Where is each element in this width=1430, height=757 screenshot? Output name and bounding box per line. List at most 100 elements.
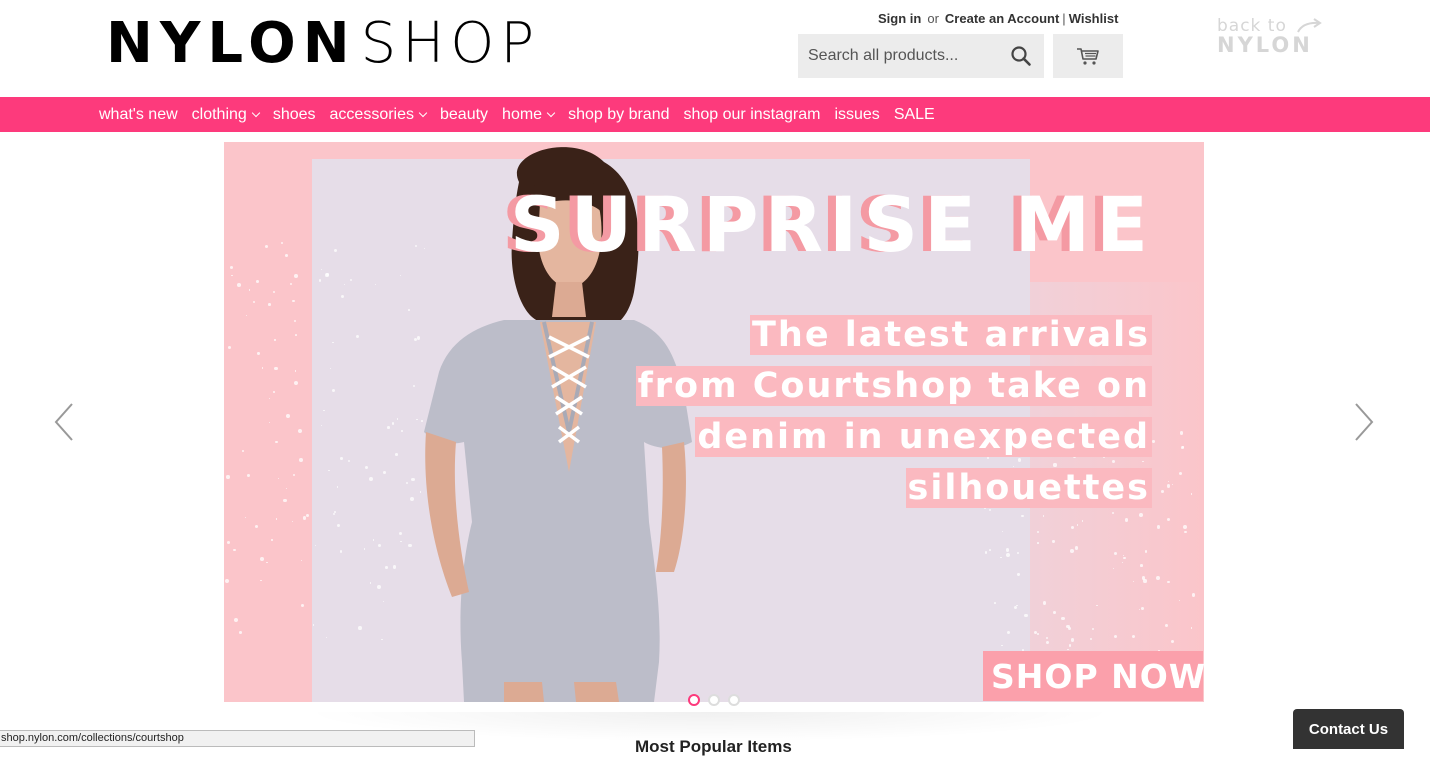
- or-text: or: [927, 11, 939, 26]
- speckle-dot: [1037, 542, 1039, 544]
- speckle-dot: [275, 518, 277, 520]
- nav-item-clothing[interactable]: clothing: [192, 106, 261, 124]
- speckle-dot: [1190, 493, 1192, 495]
- tagline-text: from Courtshop take on: [635, 366, 1152, 406]
- speckle-dot: [294, 370, 296, 372]
- speckle-dot: [1166, 484, 1171, 488]
- speckle-dot: [292, 473, 295, 476]
- speckle-dot: [1017, 573, 1020, 576]
- main-nav: what's new clothing shoes accessories beauty…: [0, 97, 1430, 132]
- carousel-dot-2[interactable]: [708, 694, 720, 706]
- nav-item-shop-by-brand[interactable]: shop by brand: [568, 106, 669, 124]
- carousel-dot-1[interactable]: [688, 694, 700, 706]
- speckle-dot: [226, 475, 230, 479]
- tagline-line: The latest arrivals: [636, 310, 1152, 361]
- nav-item-beauty[interactable]: beauty: [440, 106, 488, 124]
- speckle-dot: [1074, 546, 1079, 550]
- carousel-prev-arrow-icon[interactable]: [44, 402, 84, 442]
- nav-item-label: shoes: [272, 105, 316, 123]
- speckle-dot: [331, 388, 336, 392]
- chevron-down-icon: [251, 108, 261, 117]
- speckle-dot: [1167, 580, 1170, 584]
- speckle-dot: [239, 631, 242, 634]
- nav-item-label: what's new: [99, 105, 178, 123]
- search-input[interactable]: [798, 47, 998, 65]
- speckle-dot: [1096, 604, 1098, 606]
- sign-in-link[interactable]: Sign in: [878, 11, 921, 26]
- speckle-dot: [984, 551, 987, 554]
- nav-item-sale[interactable]: SALE: [894, 106, 935, 124]
- speckle-dot: [993, 602, 996, 604]
- speckle-dot: [268, 303, 271, 306]
- chevron-down-icon: [418, 108, 428, 117]
- speckle-dot: [1033, 630, 1037, 634]
- speckle-dot: [224, 578, 229, 583]
- speckle-dot: [268, 398, 270, 400]
- nav-item-issues[interactable]: issues: [834, 106, 879, 124]
- speckle-dot: [283, 498, 287, 502]
- cart-button[interactable]: [1053, 34, 1123, 78]
- speckle-dot: [989, 548, 992, 551]
- speckle-dot: [1138, 608, 1141, 611]
- shop-now-button[interactable]: SHOP NOW: [983, 651, 1204, 701]
- speckle-dot: [257, 352, 260, 355]
- logo-shop-text: SHOP: [360, 10, 541, 76]
- shop-now-label: SHOP NOW: [991, 656, 1204, 696]
- speckle-dot: [1122, 554, 1125, 556]
- speckle-dot: [295, 334, 297, 336]
- wishlist-link[interactable]: Wishlist: [1069, 11, 1119, 26]
- speckle-dot: [340, 456, 343, 460]
- speckle-dot: [284, 253, 288, 257]
- speckle-dot: [274, 339, 276, 341]
- speckle-dot: [286, 414, 290, 418]
- nav-item-home[interactable]: home: [502, 105, 556, 124]
- speckle-dot: [1081, 520, 1083, 522]
- speckle-dot: [1152, 440, 1155, 443]
- contact-us-button[interactable]: Contact Us: [1293, 709, 1404, 749]
- nav-item-label: shop by brand: [568, 105, 670, 123]
- nav-item-what-s-new[interactable]: what's new: [99, 106, 178, 124]
- speckle-dot: [292, 520, 294, 522]
- speckle-dot: [273, 366, 278, 371]
- nav-item-shop-our-instagram[interactable]: shop our instagram: [683, 106, 820, 124]
- speckle-dot: [1076, 524, 1078, 526]
- speckle-dot: [1006, 552, 1010, 557]
- hero-banner[interactable]: SURPRISE ME The latest arrivals from Cour…: [224, 142, 1204, 702]
- search-icon[interactable]: [1010, 45, 1032, 67]
- speckle-dot: [273, 390, 276, 393]
- cart-icon: [1077, 48, 1099, 65]
- speckle-dot: [1053, 611, 1056, 614]
- nav-item-accessories[interactable]: accessories: [329, 105, 428, 124]
- create-account-link[interactable]: Create an Account: [945, 11, 1059, 26]
- speckle-dot: [256, 279, 260, 283]
- tagline-text: denim in unexpected: [695, 417, 1152, 457]
- speckle-dot: [273, 290, 276, 293]
- speckle-dot: [246, 473, 250, 477]
- speckle-dot: [1167, 480, 1169, 482]
- speckle-dot: [1144, 550, 1148, 553]
- speckle-dot: [254, 524, 258, 528]
- nav-item-label: accessories: [329, 105, 414, 123]
- browser-status-bar: shop.nylon.com/collections/courtshop: [0, 730, 475, 747]
- speckle-dot: [1052, 540, 1055, 543]
- speckle-dot: [1036, 632, 1039, 635]
- carousel-dot-3[interactable]: [728, 694, 740, 706]
- nav-item-label: home: [502, 105, 543, 123]
- speckle-dot: [289, 282, 292, 285]
- nylon-brand-text: NYLON: [1217, 33, 1313, 57]
- separator: |: [1062, 11, 1066, 26]
- nav-item-label: beauty: [440, 105, 489, 123]
- curved-arrow-icon: [1296, 18, 1322, 33]
- speckle-dot: [1170, 639, 1174, 644]
- speckle-dot: [1140, 607, 1144, 611]
- carousel-next-arrow-icon[interactable]: [1344, 402, 1384, 442]
- speckle-dot: [294, 380, 299, 385]
- nav-item-shoes[interactable]: shoes: [273, 106, 316, 124]
- tagline-text: The latest arrivals: [750, 315, 1152, 355]
- nylon-shop-logo[interactable]: NYLON SHOP: [106, 11, 540, 76]
- speckle-dot: [1070, 638, 1075, 642]
- speckle-dot: [234, 617, 238, 622]
- back-to-nylon-link[interactable]: back to NYLON: [1217, 16, 1325, 56]
- speckle-dot: [233, 548, 236, 552]
- speckle-dot: [297, 428, 302, 433]
